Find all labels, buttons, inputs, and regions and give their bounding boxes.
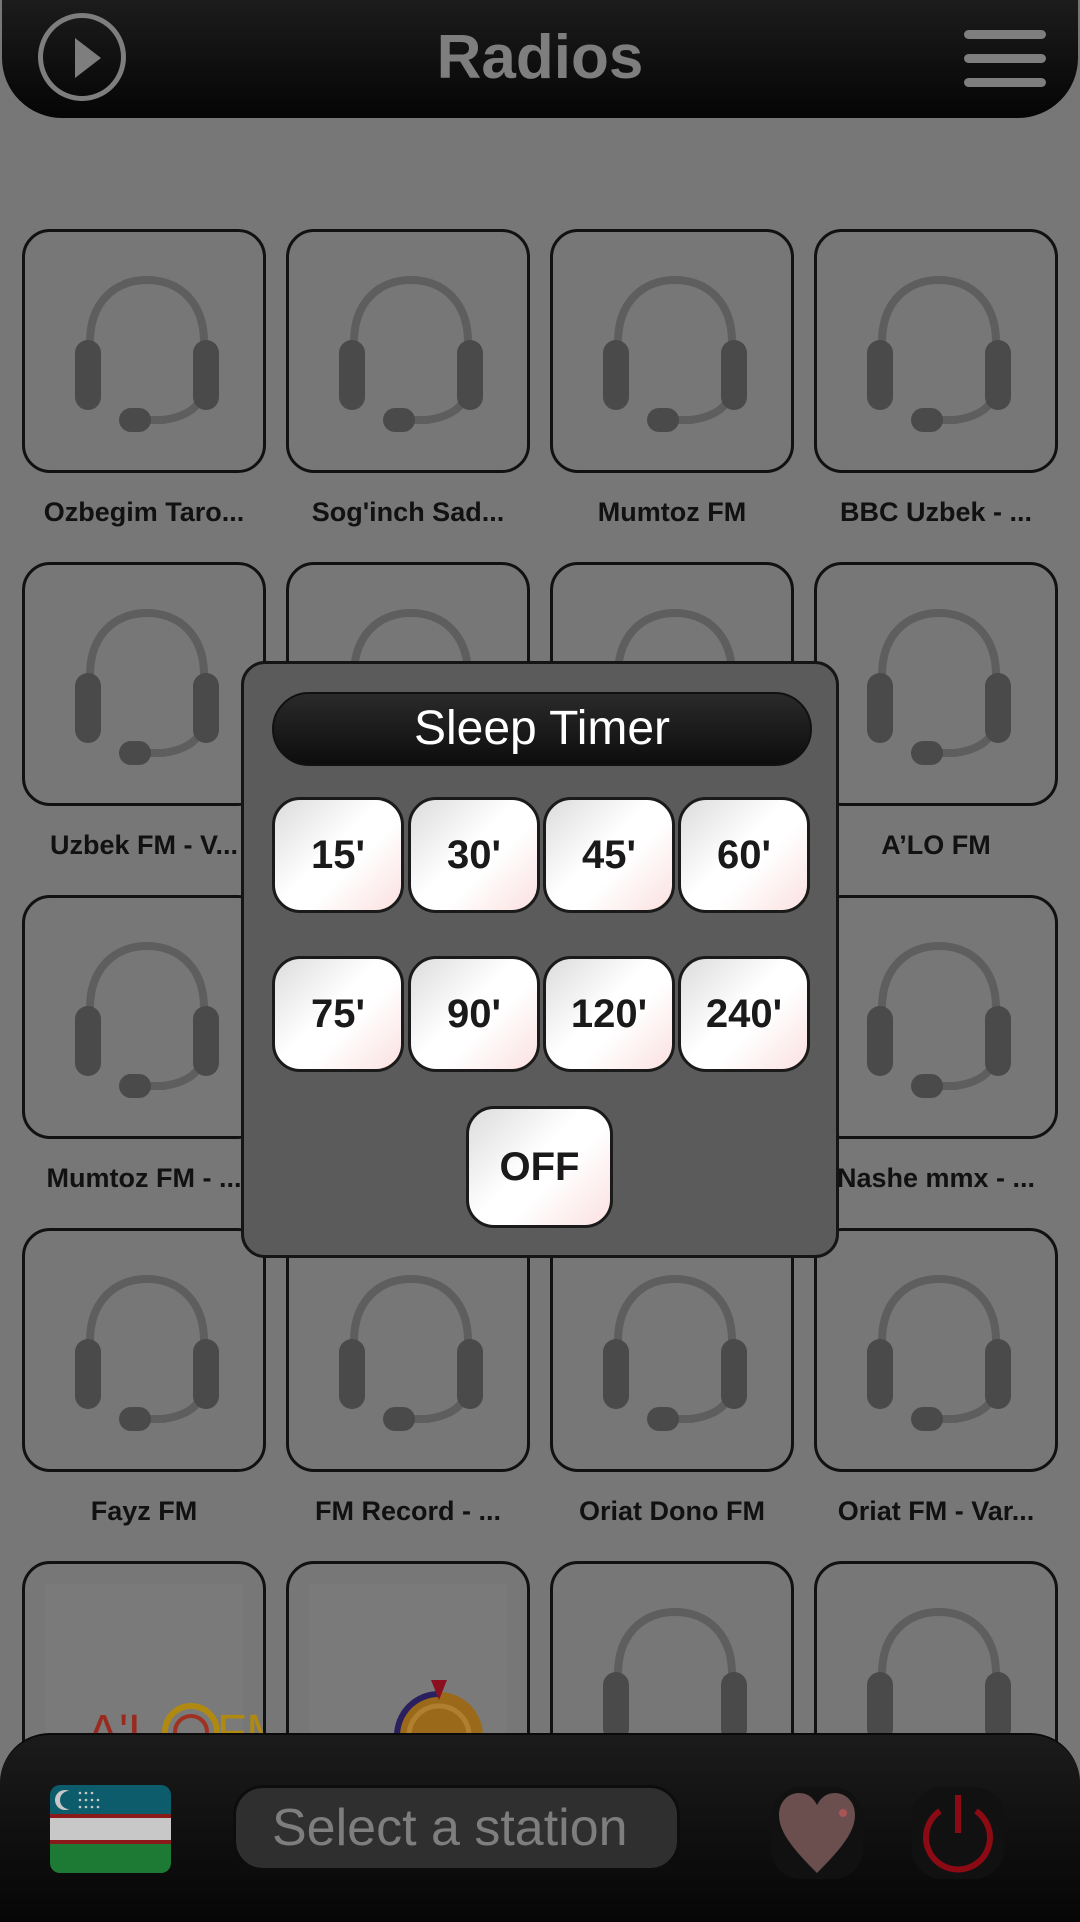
station-tile[interactable] — [814, 895, 1058, 1139]
timer-off-button[interactable]: OFF — [466, 1106, 613, 1228]
headset-icon — [603, 275, 747, 432]
headset-icon — [75, 275, 219, 432]
dialog-title: Sleep Timer — [272, 692, 812, 766]
station-label: Sog'inch Sad... — [311, 497, 505, 527]
headset-icon — [75, 941, 219, 1098]
heart-icon — [779, 1793, 855, 1873]
power-icon — [923, 1795, 993, 1873]
station-tile[interactable] — [286, 1228, 530, 1472]
station-label: A’LO FM — [881, 830, 991, 860]
station-tile[interactable] — [814, 1228, 1058, 1472]
station-tile[interactable] — [22, 229, 266, 473]
headset-icon — [603, 1274, 747, 1431]
station-label: BBC Uzbek - ... — [839, 497, 1033, 527]
timer-option-button[interactable]: 240' — [678, 956, 810, 1072]
station-tile[interactable] — [22, 562, 266, 806]
timer-option-button[interactable]: 90' — [408, 956, 540, 1072]
station-tile[interactable] — [814, 229, 1058, 473]
favorite-button[interactable] — [771, 1787, 863, 1879]
station-tile[interactable] — [550, 1228, 794, 1472]
timer-option-button[interactable]: 15' — [272, 797, 404, 913]
timer-option-button[interactable]: 60' — [678, 797, 810, 913]
station-label: Ozbegim Taro... — [43, 497, 245, 527]
station-label: Uzbek FM - V... — [49, 830, 239, 860]
bottom-bar: Select a station — [0, 1733, 1080, 1922]
headset-icon — [867, 941, 1011, 1098]
power-button[interactable] — [912, 1787, 1004, 1879]
timer-option-button[interactable]: 45' — [543, 797, 675, 913]
page-title: Radios — [436, 23, 644, 92]
headset-icon — [339, 1274, 483, 1431]
station-tile[interactable] — [550, 229, 794, 473]
station-label: Oriat Dono FM — [579, 1496, 765, 1526]
headset-icon — [867, 608, 1011, 765]
station-tile[interactable] — [22, 1228, 266, 1472]
sleep-timer-dialog: Sleep Timer 15' 30' 45' 60' 75' 90' 120' 240' O… — [241, 661, 839, 1258]
timer-option-button[interactable]: 120' — [543, 956, 675, 1072]
station-label: Fayz FM — [90, 1496, 198, 1526]
station-label: Mumtoz FM — [597, 497, 747, 527]
station-tile[interactable] — [286, 229, 530, 473]
headset-icon — [867, 275, 1011, 432]
station-tile[interactable] — [814, 562, 1058, 806]
station-label: Oriat FM - Var... — [837, 1496, 1035, 1526]
headset-icon — [75, 1274, 219, 1431]
station-tile[interactable] — [22, 895, 266, 1139]
station-label: Nashe mmx - ... — [836, 1163, 1036, 1193]
station-label: Mumtoz FM - ... — [46, 1163, 242, 1193]
headset-icon — [75, 608, 219, 765]
timer-option-button[interactable]: 30' — [408, 797, 540, 913]
uzbekistan-flag-icon[interactable] — [50, 1785, 171, 1873]
headset-icon — [867, 1274, 1011, 1431]
station-select-field[interactable]: Select a station — [233, 1785, 680, 1871]
top-bar: Radios — [2, 0, 1078, 118]
headset-icon — [339, 275, 483, 432]
timer-option-button[interactable]: 75' — [272, 956, 404, 1072]
station-label: FM Record - ... — [314, 1496, 501, 1526]
hamburger-menu-icon[interactable] — [964, 30, 1046, 88]
